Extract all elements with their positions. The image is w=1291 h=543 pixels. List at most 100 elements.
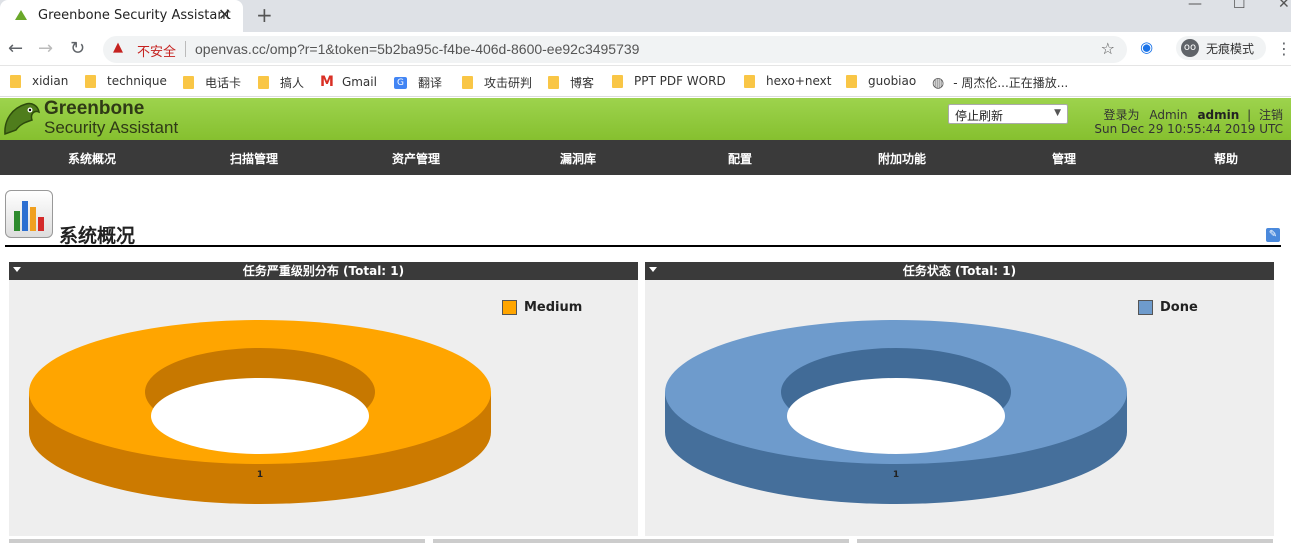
menu-item[interactable]: 帮助 [1176, 150, 1276, 167]
greenbone-favicon-icon [14, 8, 28, 25]
menu-item[interactable]: 附加功能 [852, 150, 952, 167]
data-label: 1 [893, 470, 899, 480]
logo-line1: Greenbone [44, 98, 145, 119]
gmail-icon: M [320, 74, 334, 90]
folder-icon [258, 76, 269, 89]
bookmark-item[interactable]: G 翻译 [394, 74, 442, 91]
extension-icon[interactable]: ◉ [1140, 38, 1153, 56]
legend-swatch [502, 300, 517, 315]
folder-icon [10, 74, 21, 88]
panel-title: 任务状态 (Total: 1) [902, 264, 1017, 278]
page-header: 系统概况 [5, 189, 1281, 247]
panel-edge [857, 539, 1273, 543]
close-window-icon[interactable]: ✕ [1278, 0, 1290, 12]
bookmark-item[interactable]: PPT PDF WORD [612, 74, 726, 88]
reload-icon[interactable]: ↻ [70, 38, 85, 59]
datetime: Sun Dec 29 10:55:44 2019 UTC [1094, 122, 1283, 136]
bookmark-label: 博客 [570, 76, 595, 90]
minimize-icon[interactable]: — [1188, 0, 1202, 12]
browser-toolbar: ← → ↻ ▲ 不安全 openvas.cc/omp?r=1&token=5b2… [0, 32, 1291, 66]
status-donut-chart: 1 [665, 320, 1127, 504]
bookmark-item[interactable]: M Gmail [320, 74, 377, 90]
bookmark-item[interactable]: 博客 [548, 74, 594, 91]
auto-refresh-select[interactable]: 停止刷新 ▼ [948, 104, 1068, 124]
folder-icon [744, 74, 755, 88]
panel-title: 任务严重级别分布 (Total: 1) [242, 264, 405, 278]
collapse-triangle-icon[interactable] [649, 267, 657, 272]
menu-item[interactable]: 漏洞库 [528, 150, 628, 167]
bookmark-item[interactable]: 搞人 [258, 74, 304, 91]
maximize-icon[interactable]: ☐ [1233, 0, 1246, 12]
auto-refresh-value: 停止刷新 [955, 109, 1004, 123]
edit-dashboard-wrench-icon[interactable]: ✎ [1266, 228, 1280, 242]
bookmark-label: - 周杰伦...正在播放... [953, 76, 1069, 90]
globe-icon: ◍ [932, 74, 945, 91]
logout-link[interactable]: 注销 [1259, 108, 1283, 122]
panel-header[interactable]: 任务严重级别分布 (Total: 1) [9, 262, 638, 280]
close-tab-icon[interactable]: ✕ [218, 5, 231, 24]
forward-icon[interactable]: → [38, 38, 53, 59]
username-link[interactable]: admin [1197, 108, 1239, 122]
bookmark-label: Gmail [341, 75, 377, 89]
bookmark-label: hexo+next [766, 74, 832, 88]
new-tab-icon[interactable]: + [256, 3, 273, 27]
bookmark-item[interactable]: hexo+next [744, 74, 832, 88]
panel-edge [9, 539, 425, 543]
address-bar[interactable]: ▲ 不安全 openvas.cc/omp?r=1&token=5b2ba95c-… [103, 36, 1127, 63]
menu-item[interactable]: 管理 [1014, 150, 1114, 167]
legend-label: Done [1160, 300, 1198, 315]
login-prefix: 登录为 [1103, 108, 1140, 122]
browser-tab[interactable]: Greenbone Security Assistant ✕ [0, 0, 243, 32]
collapse-triangle-icon[interactable] [13, 267, 21, 272]
bookmark-label: guobiao [868, 74, 917, 88]
security-label[interactable]: 不安全 [137, 41, 176, 60]
task-status-panel: 任务状态 (Total: 1) 1 Done [645, 262, 1274, 536]
donut-hole [787, 378, 1005, 454]
folder-icon [462, 76, 473, 89]
panel-header[interactable]: 任务状态 (Total: 1) [645, 262, 1274, 280]
menu-item[interactable]: 配置 [690, 150, 790, 167]
incognito-label: 无痕模式 [1206, 42, 1255, 56]
bookmark-label: xidian [32, 74, 69, 88]
menu-dots-icon[interactable]: ⋮ [1276, 39, 1291, 58]
back-icon[interactable]: ← [8, 38, 23, 59]
severity-donut-chart: 1 [29, 320, 491, 504]
legend-swatch [1138, 300, 1153, 315]
bookmark-item[interactable]: ◍ - 周杰伦...正在播放... [932, 74, 1068, 91]
legend-item: Done [1138, 300, 1198, 315]
menu-item[interactable]: 扫描管理 [204, 150, 304, 167]
bookmark-item[interactable]: xidian [10, 74, 68, 88]
main-menu: 系统概况 扫描管理 资产管理 漏洞库 配置 附加功能 管理 帮助 [0, 140, 1291, 175]
menu-item[interactable]: 系统概况 [42, 150, 142, 167]
menu-item[interactable]: 资产管理 [366, 150, 466, 167]
bookmark-item[interactable]: 电话卡 [183, 74, 241, 91]
user-role: Admin [1149, 108, 1188, 122]
folder-icon [85, 74, 96, 88]
tab-title: Greenbone Security Assistant [38, 8, 231, 23]
bookmark-label: 翻译 [417, 76, 442, 90]
panel-edge [433, 539, 849, 543]
bookmark-label: technique [107, 74, 167, 88]
bookmark-star-icon[interactable]: ☆ [1101, 39, 1115, 58]
bookmark-item[interactable]: guobiao [846, 74, 916, 88]
folder-icon [612, 74, 623, 88]
chevron-down-icon: ▼ [1054, 108, 1061, 118]
legend-label: Medium [524, 300, 583, 315]
incognito-indicator[interactable]: oo 无痕模式 [1176, 36, 1266, 60]
incognito-icon: oo [1181, 39, 1199, 57]
bookmark-item[interactable]: technique [85, 74, 167, 88]
dashboard-chart-icon [5, 190, 53, 238]
donut-hole [151, 378, 369, 454]
folder-icon [183, 76, 194, 89]
greenbone-logo-icon [2, 100, 42, 141]
bookmark-label: PPT PDF WORD [634, 74, 726, 88]
bookmark-label: 搞人 [280, 76, 305, 90]
bookmark-label: 攻击研判 [484, 76, 533, 90]
gsa-header: Greenbone Security Assistant 停止刷新 ▼ 登录为 … [0, 98, 1291, 140]
legend-item: Medium [502, 300, 582, 315]
user-info: 登录为 Admin admin | 注销 [1103, 108, 1283, 122]
url-text[interactable]: openvas.cc/omp?r=1&token=5b2ba95c-f4be-4… [195, 41, 639, 57]
warning-icon[interactable]: ▲ [113, 40, 123, 55]
bookmark-item[interactable]: 攻击研判 [462, 74, 532, 91]
logo-text: Greenbone Security Assistant [44, 99, 178, 137]
